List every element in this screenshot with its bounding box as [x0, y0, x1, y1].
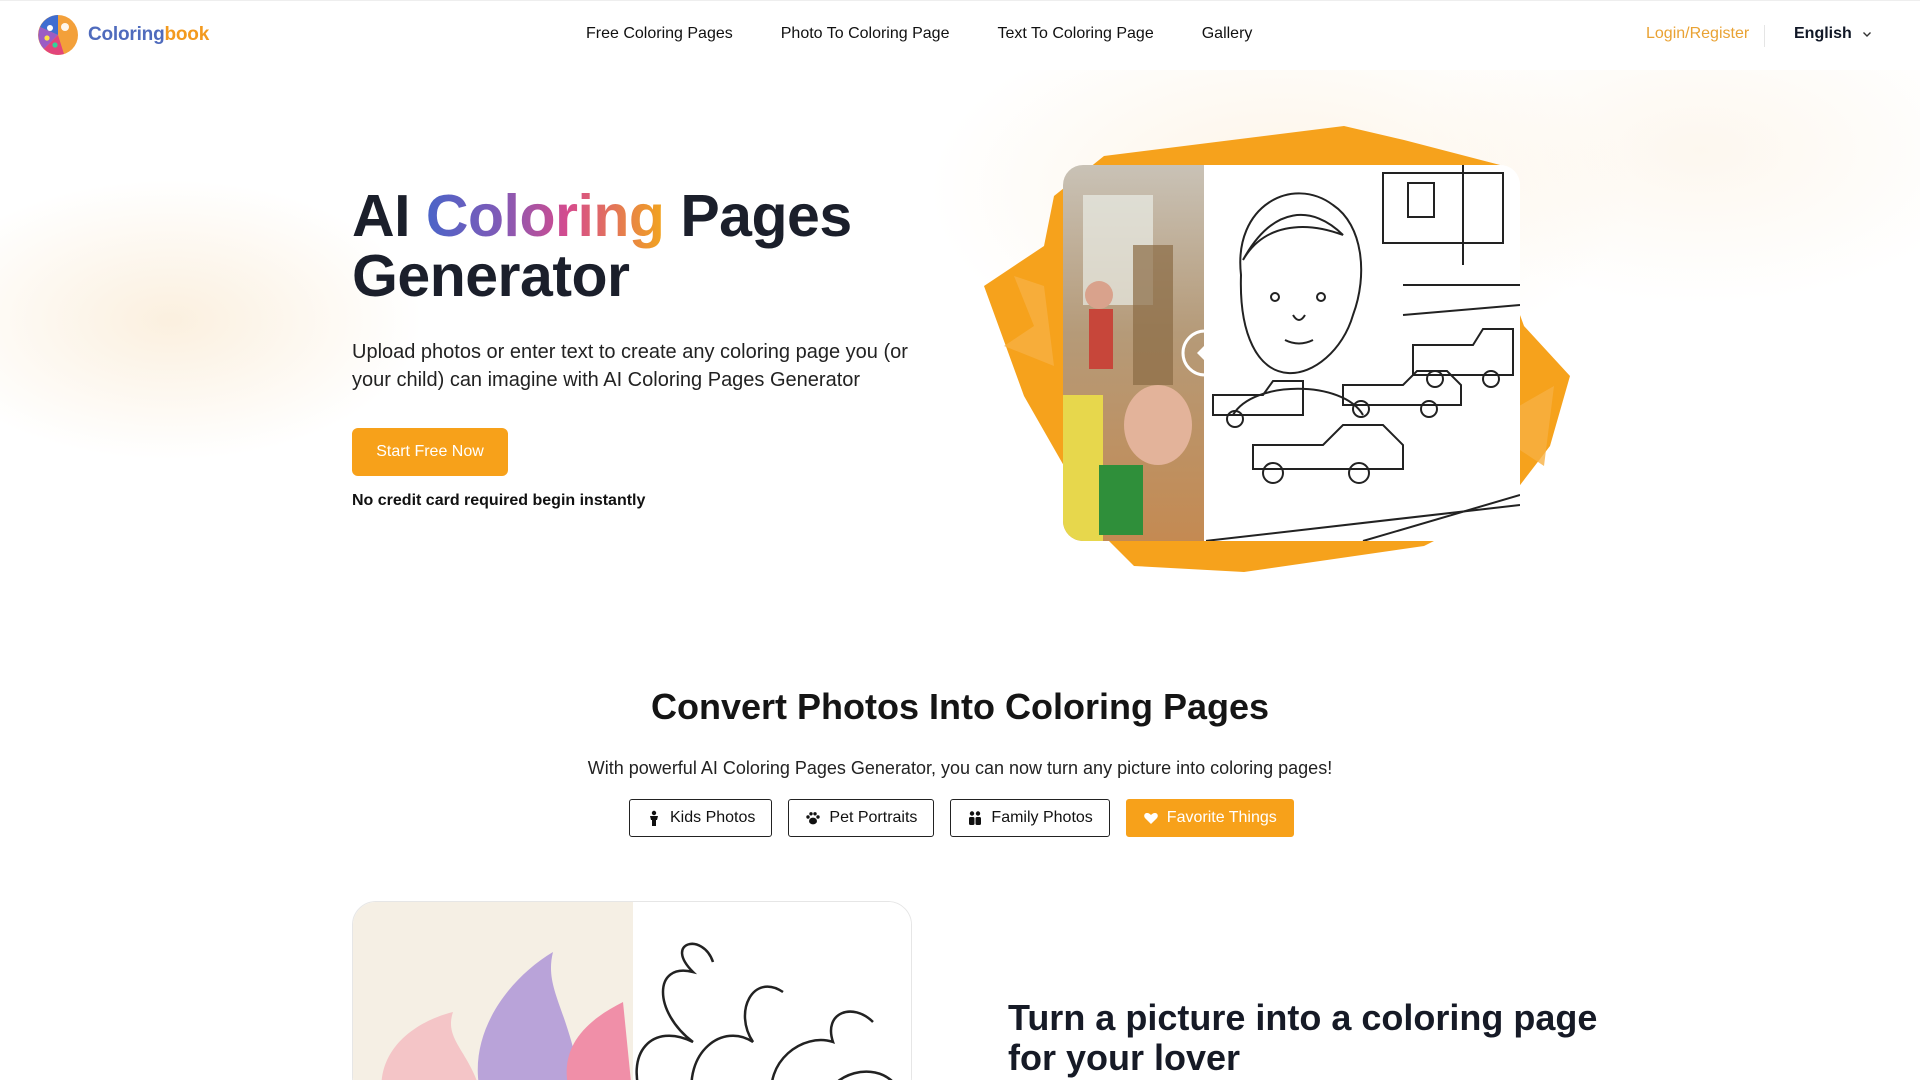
palette-logo-icon — [38, 15, 78, 55]
tab-kids-photos[interactable]: Kids Photos — [629, 799, 773, 837]
chevron-down-icon — [1862, 32, 1871, 37]
logo-text-part1: Coloring — [88, 24, 165, 45]
demo-section-title: Turn a picture into a coloring page for … — [1008, 997, 1598, 1078]
hero-title-highlight: Coloring — [425, 183, 665, 249]
start-free-now-button[interactable]: Start Free Now — [352, 428, 508, 476]
hero-title-part1: AI — [352, 183, 426, 249]
tab-label: Kids Photos — [670, 809, 756, 826]
hero-title-part2: Pages — [664, 183, 852, 249]
nav-free-coloring-pages[interactable]: Free Coloring Pages — [586, 25, 733, 43]
language-label: English — [1794, 25, 1852, 42]
no-credit-card-note: No credit card required begin instantly — [352, 492, 646, 509]
header-divider — [1764, 25, 1765, 47]
favorite-things-demo-image — [352, 901, 912, 1080]
hero-title: AI Coloring Pages Generator — [352, 186, 852, 306]
convert-section-title: Convert Photos Into Coloring Pages — [650, 686, 1270, 727]
nav-gallery[interactable]: Gallery — [1202, 25, 1253, 43]
tab-favorite-things[interactable]: Favorite Things — [1125, 799, 1294, 837]
convert-section-subtitle: With powerful AI Coloring Pages Generato… — [587, 758, 1333, 778]
logo-text-part2: book — [164, 24, 210, 45]
tab-pet-portraits[interactable]: Pet Portraits — [788, 799, 935, 837]
paw-icon — [806, 812, 821, 825]
tab-label: Family Photos — [991, 809, 1093, 826]
logo-text: Coloringbook — [88, 24, 209, 46]
hero-background — [0, 70, 1920, 630]
heart-icon — [1144, 812, 1158, 824]
tab-label: Pet Portraits — [829, 809, 918, 826]
hero-subtitle: Upload photos or enter text to create an… — [352, 341, 908, 391]
family-icon — [969, 811, 982, 825]
logo[interactable]: Coloringbook — [36, 13, 209, 57]
hero-title-line2: Generator — [352, 243, 630, 309]
tab-label: Favorite Things — [1166, 809, 1277, 826]
ice-cream-before-after-illustration — [353, 902, 911, 1080]
site-header: Coloringbook Free Coloring Pages Photo T… — [0, 0, 1920, 70]
tab-family-photos[interactable]: Family Photos — [950, 799, 1110, 837]
language-selector[interactable]: English — [1794, 25, 1872, 43]
category-tabs: Kids Photos Pet Portraits Family Photos … — [629, 799, 1294, 837]
child-icon — [650, 810, 658, 826]
nav-photo-to-coloring-page[interactable]: Photo To Coloring Page — [781, 25, 950, 43]
main-nav: Free Coloring Pages Photo To Coloring Pa… — [586, 25, 1252, 43]
login-register-link[interactable]: Login/Register — [1646, 25, 1749, 43]
nav-text-to-coloring-page[interactable]: Text To Coloring Page — [997, 25, 1153, 43]
before-after-photo[interactable] — [1063, 165, 1520, 541]
before-after-illustration — [1063, 165, 1520, 541]
